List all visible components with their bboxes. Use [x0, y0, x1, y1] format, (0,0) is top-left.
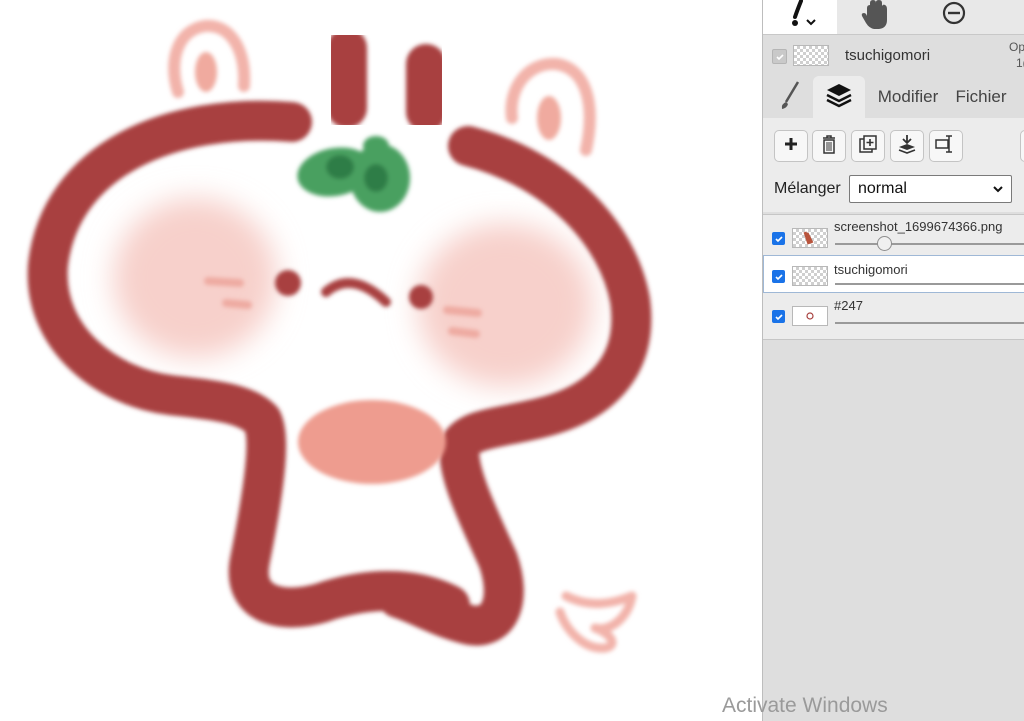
blend-mode-select[interactable]: normal: [849, 175, 1012, 203]
zoom-out-button[interactable]: [915, 0, 993, 34]
cheek-right: [417, 223, 593, 387]
layer-thumbnail: [792, 228, 828, 248]
duplicate-layer-button[interactable]: [851, 130, 885, 162]
panel-tabs: Modifier Fichier: [763, 76, 1024, 118]
current-layer-header: tsuchigomori Op 1(: [763, 36, 1024, 74]
layer-row[interactable]: tsuchigomori: [763, 255, 1024, 293]
add-layer-button[interactable]: [774, 130, 808, 162]
tab-layers[interactable]: [813, 76, 865, 118]
drawing-canvas[interactable]: [0, 0, 762, 721]
belly: [298, 400, 446, 484]
tab-brush[interactable]: [767, 76, 813, 118]
brush-cursor-icon: [775, 0, 825, 36]
rename-layer-button[interactable]: [929, 130, 963, 162]
chevron-down-icon: [992, 182, 1004, 200]
tail: [555, 591, 637, 653]
layer-thumbnail: [792, 306, 828, 326]
zoom-out-icon: [934, 0, 974, 36]
blend-mode-value: normal: [858, 180, 907, 197]
layer-row[interactable]: screenshot_1699674366.png: [763, 216, 1024, 254]
ear-left: [168, 19, 251, 98]
current-layer-name: tsuchigomori: [845, 47, 931, 64]
layer-opacity-slider[interactable]: [835, 283, 1024, 285]
current-layer-visibility-checkbox[interactable]: [772, 49, 787, 64]
activate-windows-watermark: Activate Windows: [722, 694, 888, 717]
layer-list: screenshot_1699674366.png tsuchigomori #…: [763, 214, 1024, 340]
layer-name: #247: [834, 298, 863, 313]
rename-icon: [934, 134, 958, 159]
side-panel: tsuchigomori Op 1( Modifier Fichier: [762, 0, 1024, 721]
layer-opacity-slider[interactable]: [835, 243, 1024, 245]
opacity-label: Op: [1009, 40, 1024, 54]
layer-visibility-checkbox[interactable]: [772, 310, 785, 323]
tab-file[interactable]: Fichier: [949, 76, 1013, 118]
layer-name: tsuchigomori: [834, 262, 908, 277]
tool-strip: [763, 0, 1024, 35]
leaf: [297, 136, 410, 212]
layer-visibility-checkbox[interactable]: [772, 270, 785, 283]
blend-mode-label: Mélanger: [774, 180, 841, 197]
layer-name: screenshot_1699674366.png: [834, 219, 1003, 234]
more-actions-button[interactable]: [1020, 130, 1024, 162]
brush-icon: [778, 80, 802, 115]
layers-icon: [825, 82, 853, 113]
layer-opacity-knob[interactable]: [877, 236, 892, 251]
layer-actions: [763, 118, 1024, 168]
layer-thumbnail: [792, 266, 828, 286]
layer-opacity-slider[interactable]: [835, 322, 1024, 324]
plus-icon: [783, 136, 799, 157]
hair-strands: [327, 28, 446, 132]
tab-modify[interactable]: Modifier: [869, 76, 947, 118]
blend-mode-row: Mélanger normal: [763, 168, 1024, 212]
merge-down-icon: [897, 134, 917, 159]
duplicate-icon: [858, 134, 878, 159]
opacity-value: 1(: [1016, 56, 1024, 70]
hand-icon: [859, 0, 893, 35]
cheek-left: [113, 198, 277, 358]
layer-row[interactable]: #247: [763, 295, 1024, 333]
ear-right: [505, 57, 596, 156]
brush-tool-button[interactable]: [763, 0, 837, 34]
current-layer-thumbnail: [793, 45, 829, 66]
merge-down-button[interactable]: [890, 130, 924, 162]
hand-tool-button[interactable]: [837, 0, 915, 34]
delete-layer-button[interactable]: [812, 130, 846, 162]
bear-drawing: [27, 19, 652, 653]
layer-visibility-checkbox[interactable]: [772, 232, 785, 245]
trash-icon: [821, 134, 837, 159]
